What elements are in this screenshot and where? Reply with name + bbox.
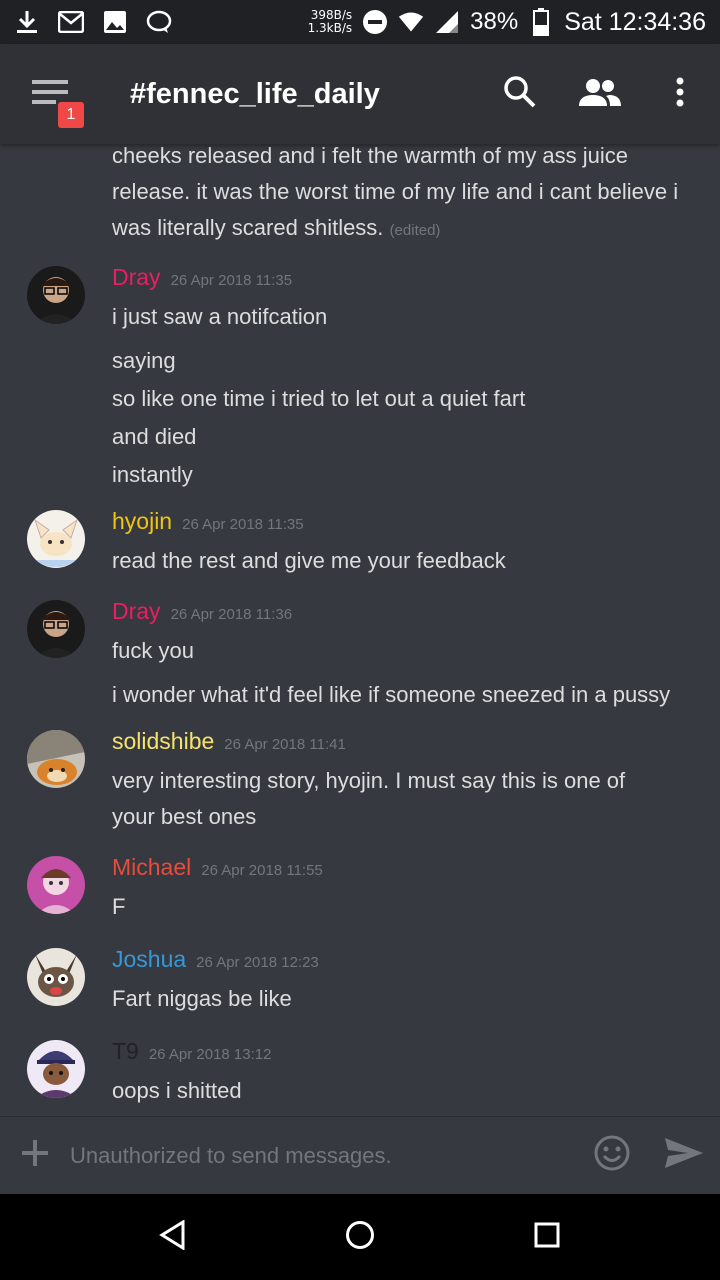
timestamp: 26 Apr 2018 12:23 — [196, 954, 319, 971]
message-line[interactable]: your best ones — [112, 804, 256, 830]
message-line[interactable]: oops i shitted — [112, 1078, 242, 1104]
author-name: Joshua — [112, 946, 187, 972]
username[interactable]: hyojin 26 Apr 2018 11:35 — [112, 508, 304, 535]
avatar[interactable] — [27, 600, 85, 658]
message-line[interactable]: so like one time i tried to let out a qu… — [112, 386, 525, 412]
message-line[interactable]: instantly — [112, 462, 193, 488]
system-nav-bar — [0, 1194, 720, 1280]
members-icon — [579, 78, 621, 111]
username[interactable]: Dray 26 Apr 2018 11:36 — [112, 598, 292, 625]
timestamp: 26 Apr 2018 13:12 — [148, 1046, 272, 1063]
recents-icon — [534, 1222, 560, 1253]
timestamp: 26 Apr 2018 11:36 — [170, 606, 293, 623]
message-list[interactable]: cheeks released and i felt the warmth of… — [0, 144, 720, 1116]
username[interactable]: Joshua 26 Apr 2018 12:23 — [112, 946, 319, 973]
timestamp: 26 Apr 2018 11:55 — [201, 862, 323, 879]
channel-title: #fennec_life_daily — [130, 77, 380, 110]
search-icon — [503, 75, 537, 114]
attach-button[interactable] — [0, 1117, 70, 1195]
edited-label: (edited) — [389, 222, 441, 239]
avatar[interactable] — [27, 856, 85, 914]
avatar[interactable] — [27, 1040, 85, 1098]
emoji-icon — [594, 1135, 630, 1176]
back-button[interactable] — [133, 1194, 213, 1280]
author-name: Michael — [112, 854, 192, 880]
back-icon — [159, 1218, 187, 1255]
more-vert-icon — [675, 77, 685, 112]
timestamp: 26 Apr 2018 11:35 — [182, 516, 304, 533]
plus-icon — [22, 1140, 48, 1171]
emoji-button[interactable] — [576, 1117, 648, 1195]
message-line[interactable]: Fart niggas be like — [112, 986, 292, 1012]
message-line[interactable]: saying — [112, 348, 176, 374]
recents-button[interactable] — [507, 1194, 587, 1280]
network-rate: 398B/s 1.3kB/s — [308, 9, 353, 35]
battery-icon — [528, 8, 554, 36]
message-line[interactable]: and died — [112, 424, 196, 450]
author-name: Dray — [112, 264, 161, 290]
send-icon — [664, 1137, 704, 1174]
chat-bubble-icon — [146, 9, 172, 35]
message-continued[interactable]: cheeks released and i felt the warmth of… — [112, 144, 712, 249]
timestamp: 26 Apr 2018 11:41 — [224, 736, 346, 753]
download-icon — [14, 9, 40, 35]
signal-icon — [434, 9, 460, 35]
clock: Sat 12:34:36 — [564, 7, 706, 36]
message-line[interactable]: fuck you — [112, 638, 194, 664]
message-line[interactable]: i wonder what it'd feel like if someone … — [112, 682, 670, 708]
message-line[interactable]: F — [112, 894, 125, 920]
avatar[interactable] — [27, 510, 85, 568]
image-icon — [102, 9, 128, 35]
username[interactable]: solidshibe 26 Apr 2018 11:41 — [112, 728, 346, 755]
username[interactable]: T9 26 Apr 2018 13:12 — [112, 1038, 271, 1065]
more-button[interactable] — [640, 44, 720, 144]
message-line[interactable]: very interesting story, hyojin. I must s… — [112, 768, 625, 794]
dnd-icon — [362, 9, 388, 35]
send-button[interactable] — [648, 1117, 720, 1195]
message-line[interactable]: read the rest and give me your feedback — [112, 548, 506, 574]
author-name: solidshibe — [112, 728, 215, 754]
rate-down: 1.3kB/s — [307, 21, 353, 35]
message-input[interactable]: Unauthorized to send messages. — [70, 1143, 576, 1169]
message-line[interactable]: i just saw a notifcation — [112, 304, 327, 330]
battery-level: 38% — [470, 8, 519, 35]
username[interactable]: Dray 26 Apr 2018 11:35 — [112, 264, 292, 291]
status-bar: 398B/s 1.3kB/s 38% Sat 12:34:36 — [0, 0, 720, 44]
author-name: Dray — [112, 598, 161, 624]
members-button[interactable] — [560, 44, 640, 144]
unread-badge: 1 — [58, 102, 84, 128]
message-input-bar: Unauthorized to send messages. — [0, 1116, 720, 1194]
home-button[interactable] — [320, 1194, 400, 1280]
avatar[interactable] — [27, 266, 85, 324]
gmail-icon — [58, 9, 84, 35]
app-bar: 1 #fennec_life_daily — [0, 44, 720, 144]
search-button[interactable] — [480, 44, 560, 144]
avatar[interactable] — [27, 730, 85, 788]
wifi-icon — [398, 9, 424, 35]
avatar[interactable] — [27, 948, 85, 1006]
username[interactable]: Michael 26 Apr 2018 11:55 — [112, 854, 323, 881]
timestamp: 26 Apr 2018 11:35 — [170, 272, 293, 289]
author-name: T9 — [112, 1038, 139, 1064]
home-icon — [345, 1220, 375, 1255]
author-name: hyojin — [112, 508, 173, 534]
menu-button[interactable]: 1 — [0, 44, 100, 144]
